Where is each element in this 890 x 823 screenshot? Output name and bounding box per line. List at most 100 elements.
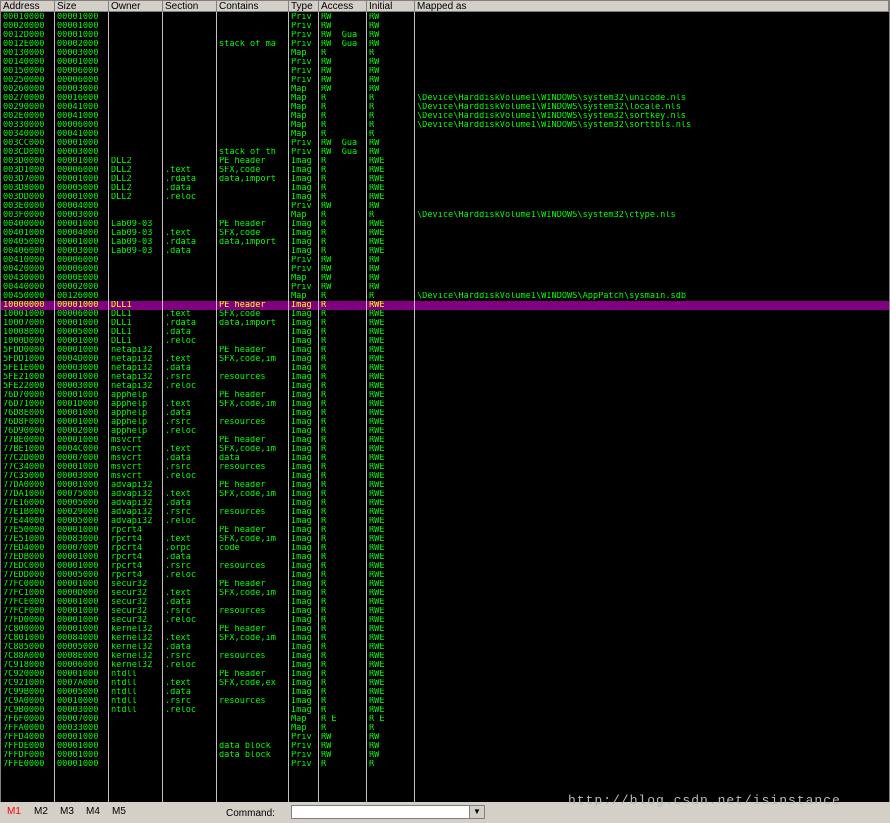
table-row[interactable]: 003F0000 00003000 Map R R \Device\HarddiskVol… bbox=[1, 211, 889, 220]
tab-m1[interactable]: M1 bbox=[7, 806, 21, 817]
table-row[interactable]: 77DA1000 00075000 advapi32 .text SFX,code,im… bbox=[1, 490, 889, 499]
table-row[interactable]: 77FC0000 00001000 secur32 PE header Imag R RWE bbox=[1, 580, 889, 589]
table-row[interactable]: 003D0000 00001000 DLL2 PE header Imag R RWE bbox=[1, 157, 889, 166]
table-row[interactable]: 10008000 00005000 DLL1 .data Imag R RWE bbox=[1, 328, 889, 337]
table-row[interactable]: 7F6F0000 00007000 Map R E R E bbox=[1, 715, 889, 724]
table-row[interactable]: 7C921000 0007A000 ntdll .text SFX,code,ex Ima… bbox=[1, 679, 889, 688]
table-row[interactable]: 7C801000 00084000 kernel32 .text SFX,code,im… bbox=[1, 634, 889, 643]
table-row[interactable]: 00270000 00016000 Map R R \Device\HarddiskVol… bbox=[1, 94, 889, 103]
table-row[interactable]: 77E51000 00083000 rpcrt4 .text SFX,code,im Im… bbox=[1, 535, 889, 544]
table-row[interactable]: 0012E000 00002000 stack of ma Priv RW Gua RW bbox=[1, 40, 889, 49]
table-row[interactable]: 77FCE000 00001000 secur32 .data Imag R RWE bbox=[1, 598, 889, 607]
table-row[interactable]: 7FFA0000 00033000 Map R R bbox=[1, 724, 889, 733]
table-row[interactable]: 002E0000 00041000 Map R R \Device\HarddiskVol… bbox=[1, 112, 889, 121]
table-row[interactable]: 77EDB000 00001000 rpcrt4 .data Imag R RWE bbox=[1, 553, 889, 562]
table-row[interactable]: 7C885000 00005000 kernel32 .data Imag R RWE bbox=[1, 643, 889, 652]
table-row[interactable]: 00440000 00002000 Priv RW RW bbox=[1, 283, 889, 292]
table-row[interactable]: 003DD000 00001000 DLL2 .reloc Imag R RWE bbox=[1, 193, 889, 202]
table-row[interactable]: 7FFDE000 00001000 data block Priv RW RW bbox=[1, 742, 889, 751]
table-row[interactable]: 00405000 00001000 Lab09-03 .rdata data,impor… bbox=[1, 238, 889, 247]
table-row[interactable]: 10001000 00006000 DLL1 .text SFX,code Imag R RW… bbox=[1, 310, 889, 319]
table-row[interactable]: 00450000 00126000 Map R R \Device\HarddiskVol… bbox=[1, 292, 889, 301]
table-row[interactable]: 7C800000 00001000 kernel32 PE header Imag R RW… bbox=[1, 625, 889, 634]
table-row[interactable]: 00250000 00006000 Priv RW RW bbox=[1, 76, 889, 85]
table-row[interactable]: 76D71000 0001D000 apphelp .text SFX,code,im I… bbox=[1, 400, 889, 409]
column-header-initial[interactable]: Initial bbox=[367, 1, 415, 12]
table-row[interactable]: 00260000 00003000 Map RW RW bbox=[1, 85, 889, 94]
column-header-size[interactable]: Size bbox=[55, 1, 109, 12]
tab-m4[interactable]: M4 bbox=[86, 806, 100, 817]
table-row[interactable]: 77FCF000 00001000 secur32 .rsrc resources Ima… bbox=[1, 607, 889, 616]
table-row[interactable]: 0012D000 00001000 Priv RW Gua RW bbox=[1, 31, 889, 40]
table-row[interactable]: 00420000 00006000 Priv RW RW bbox=[1, 265, 889, 274]
command-input[interactable]: ▼ bbox=[291, 805, 485, 819]
table-row[interactable]: 5FDD0000 00001000 netapi32 PE header Imag R RW… bbox=[1, 346, 889, 355]
tab-m5[interactable]: M5 bbox=[112, 806, 126, 817]
table-row[interactable]: 00290000 00041000 Map R R \Device\HarddiskVol… bbox=[1, 103, 889, 112]
table-row[interactable]: 5FE21000 00001000 netapi32 .rsrc resources Im… bbox=[1, 373, 889, 382]
column-header-type[interactable]: Type bbox=[289, 1, 319, 12]
table-row[interactable]: 003D1000 00006000 DLL2 .text SFX,code Imag R RW… bbox=[1, 166, 889, 175]
table-row[interactable]: 00430000 0000E000 Map RW RW bbox=[1, 274, 889, 283]
table-row[interactable]: 003CD000 00003000 stack of th Priv RW Gua RW bbox=[1, 148, 889, 157]
table-row[interactable]: 7FFDF000 00001000 data block Priv RW RW bbox=[1, 751, 889, 760]
table-row[interactable]: 77E16000 00005000 advapi32 .data Imag R RWE bbox=[1, 499, 889, 508]
table-row[interactable]: 77ED4000 00007000 rpcrt4 .orpc code Imag R RWE bbox=[1, 544, 889, 553]
table-row[interactable]: 77FD0000 00001000 secur32 .reloc Imag R RWE bbox=[1, 616, 889, 625]
table-row[interactable]: 7C88A000 0008E000 kernel32 .rsrc resources Im… bbox=[1, 652, 889, 661]
table-row[interactable]: 003CC000 00001000 Priv RW Gua RW bbox=[1, 139, 889, 148]
table-row[interactable]: 77FC1000 0000D000 secur32 .text SFX,code,im I… bbox=[1, 589, 889, 598]
table-row[interactable]: 00140000 00001000 Priv RW RW bbox=[1, 58, 889, 67]
table-row[interactable]: 76D70000 00001000 apphelp PE header Imag R RWE bbox=[1, 391, 889, 400]
table-row[interactable]: 7C918000 00006000 kernel32 .reloc Imag R RWE bbox=[1, 661, 889, 670]
table-row[interactable]: 00020000 00001000 Priv RW RW bbox=[1, 22, 889, 31]
table-row[interactable]: 7FFE0000 00001000 Priv R R bbox=[1, 760, 889, 769]
table-row[interactable]: 77C2D000 00007000 msvcrt .data data Imag R RWE bbox=[1, 454, 889, 463]
table-row[interactable]: 5FE22000 00003000 netapi32 .reloc Imag R RWE bbox=[1, 382, 889, 391]
chevron-down-icon[interactable]: ▼ bbox=[469, 806, 484, 818]
table-row[interactable]: 77E44000 00005000 advapi32 .reloc Imag R RWE bbox=[1, 517, 889, 526]
table-row[interactable]: 003E0000 00004000 Priv RW RW bbox=[1, 202, 889, 211]
table-row[interactable]: 7C9A0000 00010000 ntdll .rsrc resources Imag R… bbox=[1, 697, 889, 706]
table-row[interactable]: 00130000 00003000 Map R R bbox=[1, 49, 889, 58]
tab-m3[interactable]: M3 bbox=[60, 806, 74, 817]
table-row[interactable]: 10007000 00001000 DLL1 .rdata data,import Ima… bbox=[1, 319, 889, 328]
table-row[interactable]: 77C34000 00001000 msvcrt .rsrc resources Imag… bbox=[1, 463, 889, 472]
table-row[interactable]: 00410000 00006000 Priv RW RW bbox=[1, 256, 889, 265]
table-row[interactable]: 00150000 00006000 Priv RW RW bbox=[1, 67, 889, 76]
selected-table-row[interactable]: 10000000 00001000 DLL1 PE header Imag R RWE bbox=[1, 301, 889, 310]
table-row[interactable]: 00010000 00001000 Priv RW RW bbox=[1, 13, 889, 22]
table-row[interactable]: 00330000 00006000 Map R R \Device\HarddiskVol… bbox=[1, 121, 889, 130]
table-row[interactable]: 7FFD4000 00001000 Priv RW RW bbox=[1, 733, 889, 742]
table-row[interactable]: 76D8E000 00001000 apphelp .data Imag R RWE bbox=[1, 409, 889, 418]
table-row[interactable]: 76D8F000 00001000 apphelp .rsrc resources Ima… bbox=[1, 418, 889, 427]
column-header-access[interactable]: Access bbox=[319, 1, 367, 12]
table-row[interactable]: 7C9B0000 00003000 ntdll .reloc Imag R RWE bbox=[1, 706, 889, 715]
table-row[interactable]: 77E50000 00001000 rpcrt4 PE header Imag R RWE bbox=[1, 526, 889, 535]
table-row[interactable]: 00340000 00041000 Map R R bbox=[1, 130, 889, 139]
column-header-contains[interactable]: Contains bbox=[217, 1, 289, 12]
column-header-mapped-as[interactable]: Mapped as bbox=[415, 1, 889, 12]
table-row[interactable]: 7C920000 00001000 ntdll PE header Imag R RWE bbox=[1, 670, 889, 679]
table-row[interactable]: 003D7000 00001000 DLL2 .rdata data,import Ima… bbox=[1, 175, 889, 184]
table-row[interactable]: 77BE1000 0004C000 msvcrt .text SFX,code,im Im… bbox=[1, 445, 889, 454]
table-row[interactable]: 77DA0000 00001000 advapi32 PE header Imag R RW… bbox=[1, 481, 889, 490]
table-row[interactable]: 77EDC000 00001000 rpcrt4 .rsrc resources Imag… bbox=[1, 562, 889, 571]
table-row[interactable]: 1000D000 00001000 DLL1 .reloc Imag R RWE bbox=[1, 337, 889, 346]
tab-m2[interactable]: M2 bbox=[34, 806, 48, 817]
table-row[interactable]: 77EDD000 00005000 rpcrt4 .reloc Imag R RWE bbox=[1, 571, 889, 580]
column-header-address[interactable]: Address bbox=[1, 1, 55, 12]
table-row[interactable]: 5FE1E000 00003000 netapi32 .data Imag R RWE bbox=[1, 364, 889, 373]
table-row[interactable]: 77C35000 00003000 msvcrt .reloc Imag R RWE bbox=[1, 472, 889, 481]
column-header-section[interactable]: Section bbox=[163, 1, 217, 12]
table-row[interactable]: 00406000 00003000 Lab09-03 .data Imag R RWE bbox=[1, 247, 889, 256]
table-row[interactable]: 003D8000 00005000 DLL2 .data Imag R RWE bbox=[1, 184, 889, 193]
table-row[interactable]: 76D90000 00002000 apphelp .reloc Imag R RWE bbox=[1, 427, 889, 436]
table-row[interactable]: 00401000 00004000 Lab09-03 .text SFX,code Ima… bbox=[1, 229, 889, 238]
table-row[interactable]: 77E1B000 00029000 advapi32 .rsrc resources Im… bbox=[1, 508, 889, 517]
table-row[interactable]: 00400000 00001000 Lab09-03 PE header Imag R RW… bbox=[1, 220, 889, 229]
table-row[interactable]: 5FDD1000 0004D000 netapi32 .text SFX,code,im… bbox=[1, 355, 889, 364]
table-row[interactable]: 7C99B000 00005000 ntdll .data Imag R RWE bbox=[1, 688, 889, 697]
table-row[interactable]: 77BE0000 00001000 msvcrt PE header Imag R RWE bbox=[1, 436, 889, 445]
column-header-owner[interactable]: Owner bbox=[109, 1, 163, 12]
